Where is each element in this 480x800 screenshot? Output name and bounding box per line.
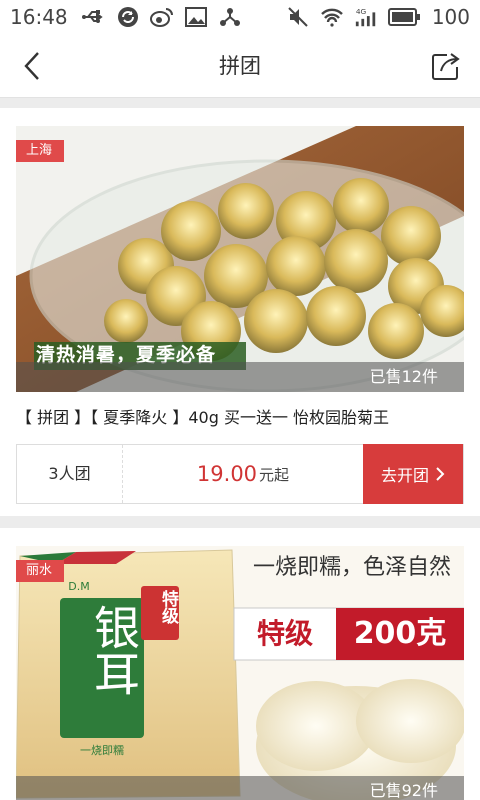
chevron-right-icon xyxy=(436,467,445,481)
product-card[interactable]: 清热消暑，夏季必备 上海 已售12件 【 拼团 】【 夏季降火 】40g 买一送… xyxy=(0,108,480,516)
status-time: 16:48 xyxy=(10,5,68,29)
sold-count: 已售92件 xyxy=(369,781,438,800)
battery-icon xyxy=(387,6,420,28)
price-suffix: 元起 xyxy=(259,465,290,484)
group-size: 3人团 xyxy=(17,445,123,503)
page-title: 拼团 xyxy=(219,54,261,78)
share-button[interactable] xyxy=(428,48,464,84)
wifi-icon xyxy=(320,6,344,28)
share-icon xyxy=(432,53,460,80)
sold-count: 已售12件 xyxy=(369,367,438,386)
package-footer: 一烧即糯 xyxy=(80,744,124,757)
group-buy-row: 3人团 19.00 元起 去开团 xyxy=(16,444,464,504)
product-title[interactable]: 【 拼团 】【 夏季降火 】40g 买一送一 怡枚园胎菊王 xyxy=(16,404,464,428)
svg-text:4G: 4G xyxy=(356,7,367,16)
banner-grade: 特级 xyxy=(256,617,313,650)
banner-slogan: 一烧即糯，色泽自然 xyxy=(252,555,451,580)
nav-bar: 拼团 xyxy=(0,34,480,98)
share-network-icon xyxy=(218,6,242,28)
image-icon xyxy=(184,6,208,28)
package-grade-label: 特级 xyxy=(158,590,178,624)
location-tag: 上海 xyxy=(16,140,65,162)
package-main-label: 银耳 xyxy=(87,604,141,696)
mute-icon xyxy=(286,6,310,28)
battery-level: 100 xyxy=(431,5,470,29)
button-notch xyxy=(357,444,369,504)
weibo-icon xyxy=(149,6,174,28)
start-group-label: 去开团 xyxy=(380,466,429,485)
location-tag: 丽水 xyxy=(16,560,65,582)
price-value: 19.00 xyxy=(196,462,258,486)
start-group-button[interactable]: 去开团 xyxy=(357,444,463,504)
product-image[interactable]: 清热消暑，夏季必备 上海 已售12件 xyxy=(16,126,464,392)
status-bar: 16:48 4G 100 xyxy=(0,0,480,34)
banner-weight: 200克 xyxy=(353,616,447,651)
product-image[interactable]: 一烧即糯，色泽自然 特级 200克 特级 银耳 D.M 一烧即糯 丽水 已售92… xyxy=(16,546,464,800)
sync-icon xyxy=(116,6,140,28)
signal-4g-icon: 4G xyxy=(354,6,378,28)
group-price: 19.00 元起 xyxy=(123,445,363,503)
package-brand: D.M xyxy=(68,580,90,593)
usb-icon xyxy=(81,6,106,28)
product-card[interactable]: 一烧即糯，色泽自然 特级 200克 特级 银耳 D.M 一烧即糯 丽水 已售92… xyxy=(0,528,480,800)
